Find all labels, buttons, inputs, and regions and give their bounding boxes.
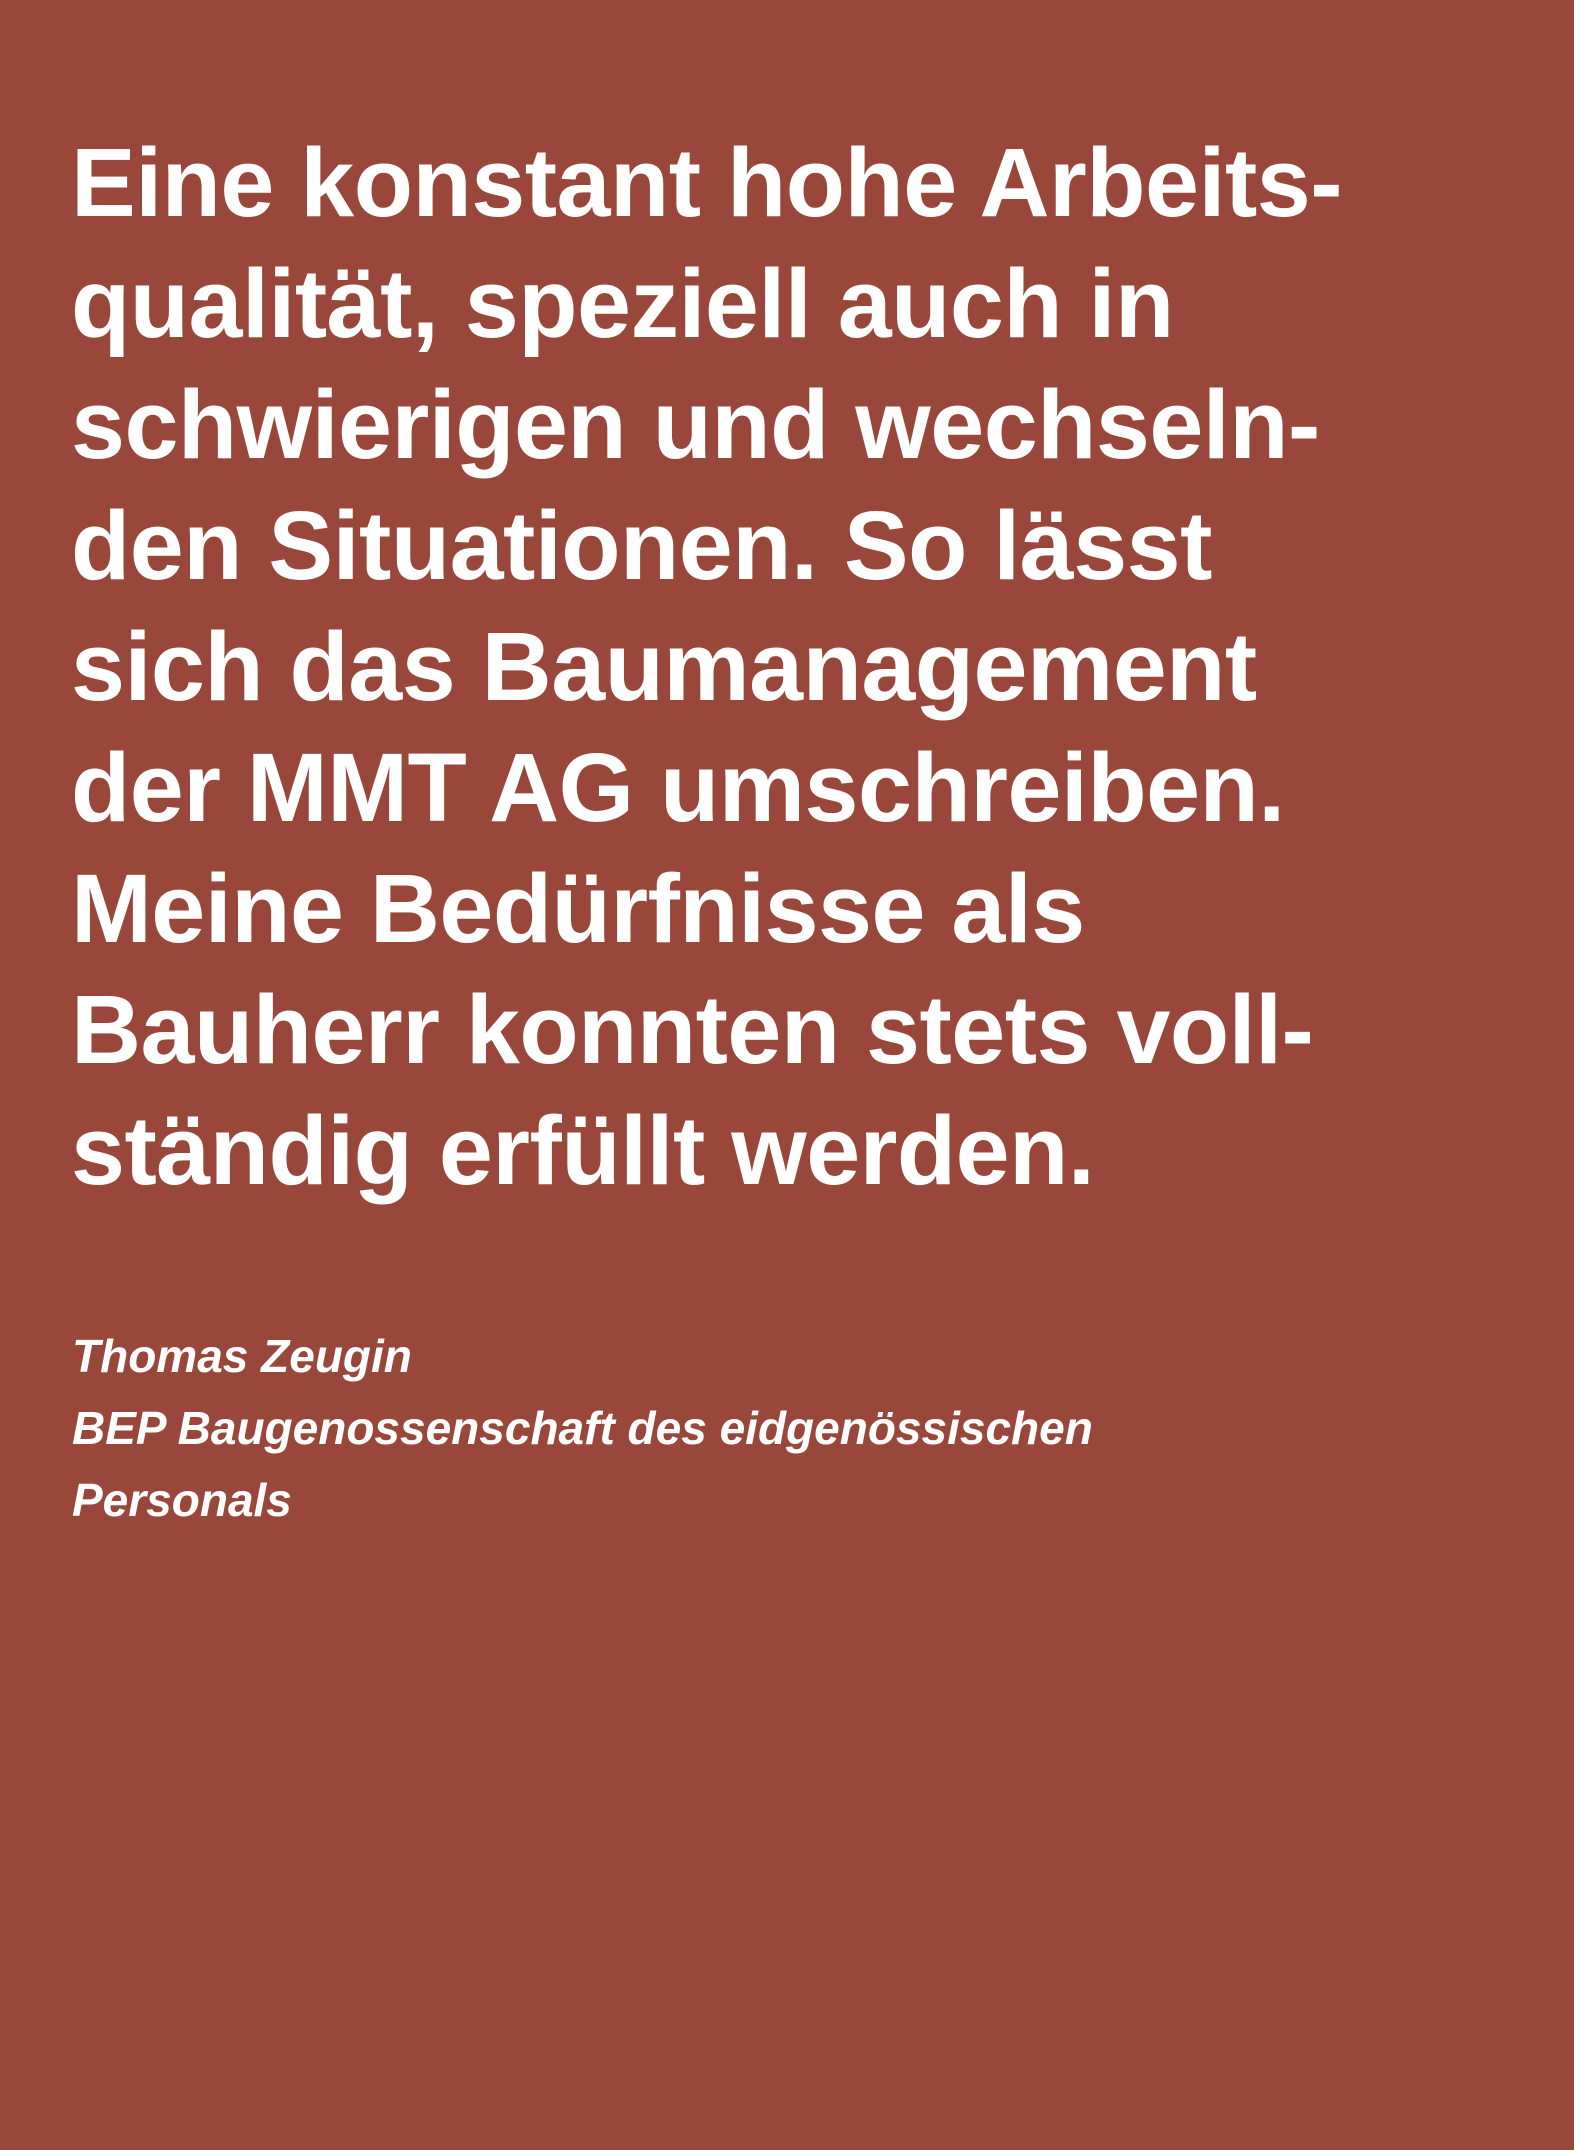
quote-line: qualität, speziell auch in xyxy=(71,249,1174,358)
quote-attribution: Thomas Zeugin BEP Baugenossenschaft des … xyxy=(72,1320,1472,1536)
quote-line: den Situationen. So lässt xyxy=(71,491,1212,600)
quote-line: sich das Baumanagement xyxy=(71,612,1257,721)
quote-line: der MMT AG umschreiben. xyxy=(71,733,1285,842)
quote-line: schwierigen und wechseln- xyxy=(71,370,1320,479)
author-organization: BEP Baugenossenschaft des eidgenössische… xyxy=(72,1402,1093,1454)
quote-line: Meine Bedürfnisse als xyxy=(71,854,1085,963)
quote-line: Eine konstant hohe Arbeits- xyxy=(71,128,1343,237)
testimonial-quote: Eine konstant hohe Arbeits- qualität, sp… xyxy=(71,122,1551,1211)
quote-line: ständig erfüllt werden. xyxy=(71,1096,1095,1205)
author-organization-continued: Personals xyxy=(72,1474,292,1526)
author-name: Thomas Zeugin xyxy=(72,1330,412,1382)
quote-line: Bauherr konnten stets voll- xyxy=(71,975,1314,1084)
